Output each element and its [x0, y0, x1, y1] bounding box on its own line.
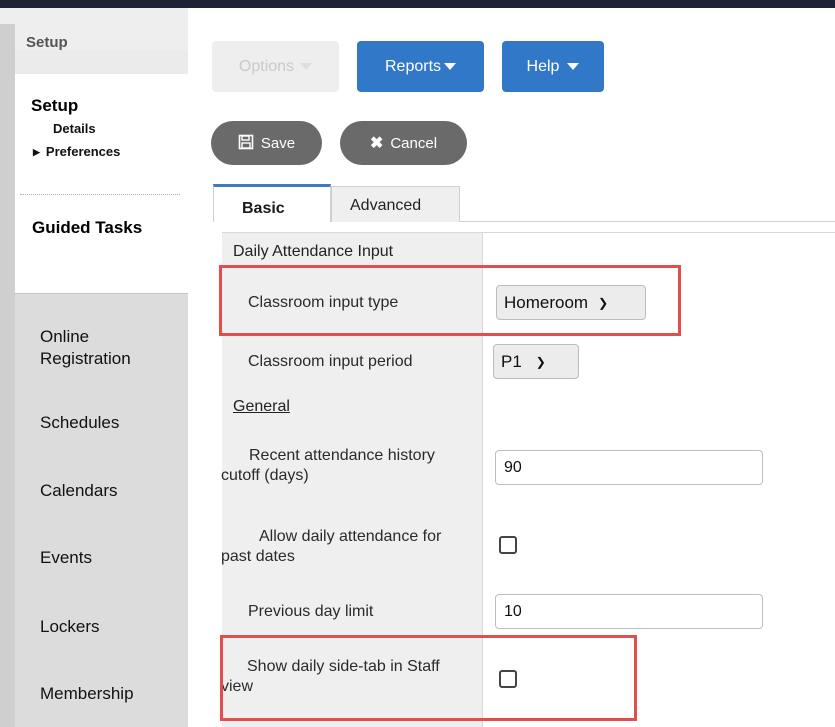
classroom-input-period-label: Classroom input period: [248, 353, 413, 370]
triangle-right-icon: ▶: [33, 147, 40, 157]
sidebar-item-preferences-label: Preferences: [45, 144, 121, 159]
sidebar-item-calendars[interactable]: Calendars: [40, 480, 118, 502]
form-top-border: [222, 232, 835, 233]
previous-day-limit-label: Previous day limit: [248, 603, 374, 620]
section-daily-attendance: Daily Attendance Input: [233, 243, 394, 260]
allow-past-dates-label: Allow daily attendance for past dates: [221, 528, 442, 565]
previous-day-limit-input[interactable]: [495, 594, 763, 629]
top-bar: [0, 0, 835, 8]
recent-cutoff-label: Recent attendance history cutoff (days): [221, 447, 435, 484]
sidebar-nav-list: Online Registration Schedules Calendars …: [15, 293, 188, 727]
save-button[interactable]: Save: [211, 121, 322, 165]
chevron-down-icon: ❯: [535, 354, 546, 369]
recent-cutoff-input[interactable]: [495, 450, 763, 485]
classroom-input-period-select[interactable]: P1 ❯: [493, 344, 579, 379]
highlight-box-input-type: [219, 265, 681, 336]
caret-down-icon: [300, 63, 313, 70]
sidebar-setup-title[interactable]: Setup: [31, 96, 78, 116]
help-label: Help: [526, 57, 560, 75]
sidebar-header: Setup: [0, 8, 188, 50]
sidebar-item-preferences[interactable]: ▶ Preferences: [33, 144, 120, 159]
sidebar-left-border: [0, 24, 15, 727]
cancel-label: Cancel: [390, 134, 438, 152]
guided-tasks-label: Guided Tasks: [32, 218, 143, 237]
tab-basic-label: Basic: [242, 200, 285, 217]
sidebar-item-details[interactable]: Details: [53, 121, 96, 136]
save-label: Save: [260, 134, 296, 152]
sidebar-guided-tasks[interactable]: Guided Tasks: [15, 204, 188, 293]
options-button[interactable]: Options: [212, 41, 339, 92]
sidebar-item-online-registration[interactable]: Online Registration: [40, 326, 180, 370]
sidebar: Setup Setup Details ▶ Preferences Guided …: [0, 8, 188, 727]
help-button[interactable]: Help: [502, 41, 604, 92]
allow-past-dates-checkbox[interactable]: [499, 536, 517, 554]
cancel-button[interactable]: ✖ Cancel: [340, 121, 467, 165]
tab-advanced-label: Advanced: [350, 197, 422, 214]
tab-advanced[interactable]: Advanced: [331, 186, 460, 222]
dotted-divider: [20, 194, 180, 195]
tab-basic[interactable]: Basic: [213, 184, 331, 222]
section-general: General: [233, 398, 290, 415]
close-icon: ✖: [369, 135, 384, 152]
options-label: Options: [238, 57, 295, 75]
sidebar-item-membership[interactable]: Membership: [40, 683, 134, 705]
reports-button[interactable]: Reports: [357, 41, 484, 92]
highlight-box-side-tab: [220, 635, 637, 721]
sidebar-item-lockers[interactable]: Lockers: [40, 616, 100, 638]
sidebar-item-schedules[interactable]: Schedules: [40, 412, 119, 434]
caret-down-icon: [567, 63, 580, 70]
caret-down-icon: [444, 63, 457, 70]
classroom-input-period-value: P1: [501, 351, 522, 371]
tab-baseline: [460, 221, 835, 222]
save-disk-icon: [238, 134, 254, 153]
sidebar-item-events[interactable]: Events: [40, 547, 92, 569]
reports-label: Reports: [384, 57, 442, 75]
sidebar-setup-section: Setup Details ▶ Preferences: [0, 74, 188, 204]
